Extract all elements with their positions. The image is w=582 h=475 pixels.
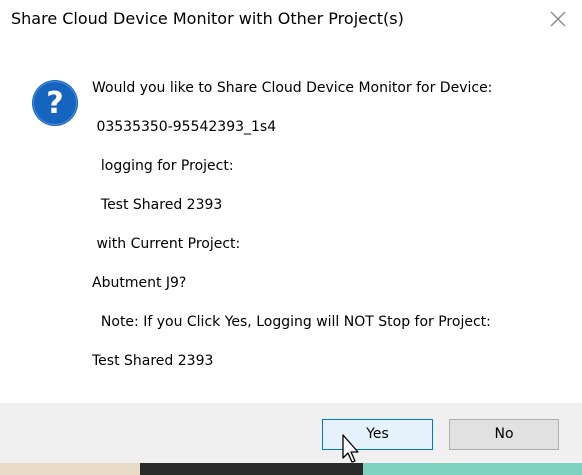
message-dialog: Share Cloud Device Monitor with Other Pr…: [0, 0, 582, 475]
no-button[interactable]: No: [449, 419, 559, 450]
yes-button[interactable]: Yes: [322, 419, 433, 450]
message-line-2: 03535350-95542393_1s4: [92, 119, 277, 135]
message-line-3: logging for Project:: [92, 158, 234, 174]
question-icon: ?: [31, 79, 79, 127]
message-line-5: with Current Project:: [92, 236, 241, 252]
background-window-dark-region: [140, 463, 363, 475]
message-line-8: Test Shared 2393: [92, 353, 214, 369]
message-line-6: Abutment J9?: [92, 275, 187, 291]
message-line-7: Note: If you Click Yes, Logging will NOT…: [92, 314, 491, 330]
background-window-teal-region: [363, 463, 582, 475]
close-icon[interactable]: [548, 9, 568, 29]
message-line-1: Would you like to Share Cloud Device Mon…: [92, 80, 493, 96]
dialog-title: Share Cloud Device Monitor with Other Pr…: [11, 9, 404, 28]
mouse-cursor-icon: [341, 434, 363, 464]
message-line-4: Test Shared 2393: [92, 197, 223, 213]
svg-text:?: ?: [46, 86, 63, 121]
